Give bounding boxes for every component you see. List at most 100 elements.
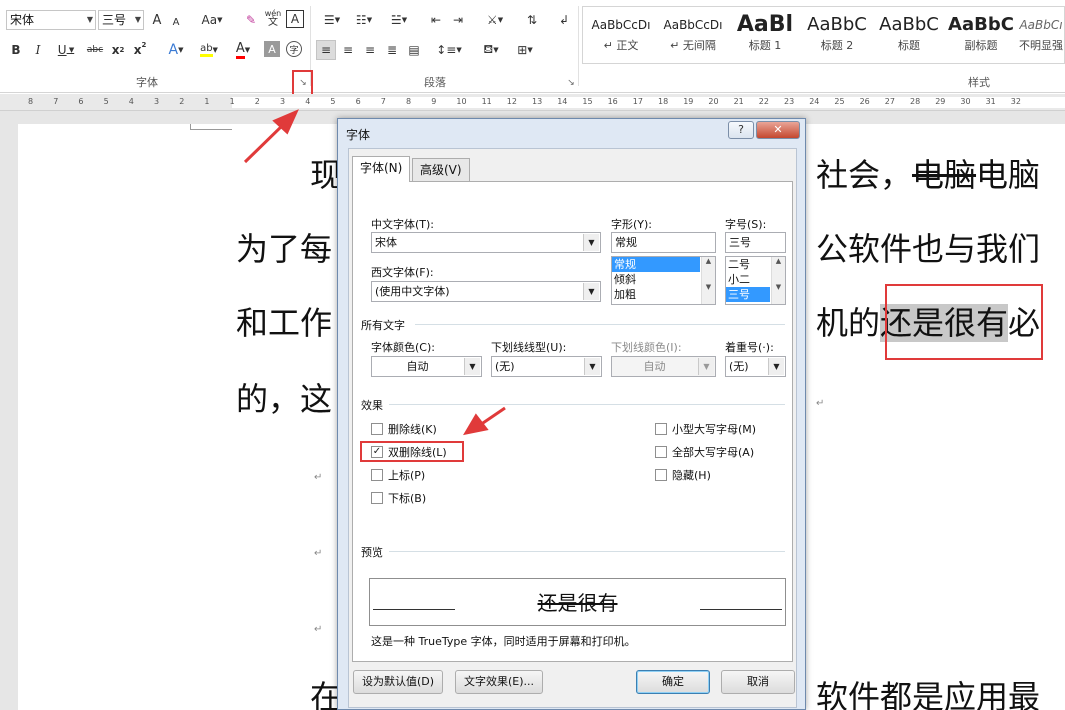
size-input[interactable]: 三号 xyxy=(725,232,786,253)
increase-indent-button[interactable]: ⇥ xyxy=(448,10,468,30)
horizontal-ruler[interactable]: 8 7 6 5 4 3 2 1 1 2 3 4 5 6 7 8 9 10 11 12 13 14 15 16 17 18 19 20 2… xyxy=(0,94,1065,111)
font-size-combo[interactable]: 三号 ▼ xyxy=(98,10,144,30)
style-subtitle[interactable]: AaBbC 副标题 xyxy=(945,7,1017,63)
hidden-label[interactable]: 隐藏(H) xyxy=(672,467,711,483)
close-button[interactable]: ✕ xyxy=(756,121,800,139)
superscript-label[interactable]: 上标(P) xyxy=(388,467,425,483)
text-effect-icon: A xyxy=(168,42,179,58)
truetype-note: 这是一种 TrueType 字体，同时适用于屏幕和打印机。 xyxy=(371,635,636,648)
all-caps-label[interactable]: 全部大写字母(A) xyxy=(672,444,754,460)
tab-font[interactable]: 字体(N) xyxy=(352,156,411,182)
ruler-number: 8 xyxy=(406,97,412,106)
set-default-button[interactable]: 设为默认值(D) xyxy=(353,670,443,694)
char-shading-button[interactable]: A xyxy=(264,41,280,57)
strikethrough-checkbox[interactable] xyxy=(371,423,383,435)
underline-color-select[interactable]: 自动 ▼ xyxy=(611,356,716,377)
style-sample: AaBbC xyxy=(879,14,939,35)
superscript-button[interactable]: x2 xyxy=(132,40,148,60)
italic-button[interactable]: I xyxy=(30,40,46,60)
align-left-button[interactable]: ≡ xyxy=(316,40,336,60)
highlight-button[interactable]: ab ▼ xyxy=(194,40,224,60)
align-right-button[interactable]: ≡ xyxy=(360,40,380,60)
all-caps-checkbox[interactable] xyxy=(655,446,667,458)
style-listbox[interactable]: 常规 倾斜 加粗 ▲ ▼ xyxy=(611,256,716,305)
clear-format-button[interactable]: ✎ xyxy=(242,10,260,30)
doc-line-2b[interactable]: 公软件也与我们 xyxy=(816,224,1040,270)
text-effect-button[interactable]: A ▼ xyxy=(162,40,190,60)
small-caps-checkbox[interactable] xyxy=(655,423,667,435)
paragraph-dialog-launcher-icon[interactable]: ↘ xyxy=(566,78,576,88)
italic-icon: I xyxy=(35,43,41,57)
doc-line-5b[interactable]: 软件都是应用最 xyxy=(816,672,1040,710)
grow-font-button[interactable]: A xyxy=(150,10,164,30)
chevron-up-icon[interactable]: ▲ xyxy=(702,257,715,265)
emphasis-select[interactable]: (无) ▼ xyxy=(725,356,786,377)
style-no-spacing[interactable]: AaBbCcDı ↵ 无间隔 xyxy=(657,7,729,63)
ok-button[interactable]: 确定 xyxy=(636,670,710,694)
chevron-down-icon[interactable]: ▼ xyxy=(772,283,785,291)
underline-button[interactable]: U ▼ xyxy=(52,40,80,60)
multilevel-list-button[interactable]: ☱ ▼ xyxy=(384,10,414,30)
font-color-button[interactable]: A ▼ xyxy=(228,40,258,60)
small-caps-label[interactable]: 小型大写字母(M) xyxy=(672,421,756,437)
doc-line-3a[interactable]: 和工作 xyxy=(236,298,332,344)
superscript-checkbox[interactable] xyxy=(371,469,383,481)
enclose-char-button[interactable]: 字 xyxy=(286,41,302,57)
sort-button[interactable]: ⇅ xyxy=(522,10,542,30)
text-effects-button[interactable]: 文字效果(E)... xyxy=(455,670,543,694)
cancel-button[interactable]: 取消 xyxy=(721,670,795,694)
help-button[interactable]: ? xyxy=(728,121,754,139)
style-input[interactable]: 常规 xyxy=(611,232,716,253)
doc-line-4a[interactable]: 的，这 xyxy=(236,374,332,420)
chevron-down-icon[interactable]: ▼ xyxy=(702,283,715,291)
style-normal[interactable]: AaBbCcDı ↵ 正文 xyxy=(585,7,657,63)
doc-line-2a[interactable]: 为了每 xyxy=(236,224,332,270)
strikethrough-label[interactable]: 删除线(K) xyxy=(388,421,437,437)
doc-line-1b[interactable]: 社会，电脑电脑 xyxy=(816,150,1040,196)
align-center-button[interactable]: ≡ xyxy=(338,40,358,60)
size-option[interactable]: 三号 xyxy=(726,287,770,302)
style-option[interactable]: 加粗 xyxy=(612,287,715,302)
paragraph-mark: ↵ xyxy=(314,624,323,635)
chinese-layout-button[interactable]: ⚔ ▼ xyxy=(480,10,510,30)
char-border-button[interactable]: A xyxy=(286,10,304,28)
justify-button[interactable]: ≣ xyxy=(382,40,402,60)
distributed-button[interactable]: ▤ xyxy=(404,40,424,60)
font-color-select[interactable]: 自动 ▼ xyxy=(371,356,482,377)
style-title[interactable]: AaBbC 标题 xyxy=(873,7,945,63)
hidden-checkbox[interactable] xyxy=(655,469,667,481)
underline-type-select[interactable]: (无) ▼ xyxy=(491,356,602,377)
size-listbox[interactable]: 二号 小二 三号 ▲ ▼ xyxy=(725,256,786,305)
phonetic-guide-button[interactable]: wén 文 xyxy=(262,8,284,28)
decrease-indent-button[interactable]: ⇤ xyxy=(426,10,446,30)
tab-advanced[interactable]: 高级(V) xyxy=(412,158,470,182)
shading-button[interactable]: ⛾ ▼ xyxy=(476,40,506,60)
listbox-scrollbar[interactable]: ▲ ▼ xyxy=(701,257,715,304)
strikethrough-button[interactable]: abc xyxy=(84,40,106,60)
show-marks-button[interactable]: ↲ xyxy=(554,10,574,30)
shrink-font-button[interactable]: A xyxy=(170,12,182,32)
style-heading-1[interactable]: AaBl 标题 1 xyxy=(729,7,801,63)
style-heading-2[interactable]: AaBbC 标题 2 xyxy=(801,7,873,63)
style-subtle-emphasis[interactable]: AaBbCı 不明显强 xyxy=(1017,7,1065,63)
ruler-number: 30 xyxy=(960,97,971,106)
borders-button[interactable]: ⊞ ▼ xyxy=(510,40,540,60)
line-spacing-button[interactable]: ↕≡ ▼ xyxy=(434,40,464,60)
bold-button[interactable]: B xyxy=(8,40,24,60)
subscript-button[interactable]: x2 xyxy=(110,40,126,60)
font-name-combo[interactable]: 宋体 ▼ xyxy=(6,10,96,30)
cn-font-select[interactable]: 宋体 ▼ xyxy=(371,232,601,253)
chevron-up-icon[interactable]: ▲ xyxy=(772,257,785,265)
change-case-button[interactable]: Aa ▼ xyxy=(198,10,226,30)
west-font-select[interactable]: (使用中文字体) ▼ xyxy=(371,281,601,302)
numbering-button[interactable]: ☷ ▼ xyxy=(350,10,378,30)
bullets-button[interactable]: ☰ ▼ xyxy=(318,10,346,30)
style-option[interactable]: 常规 xyxy=(612,257,700,272)
subscript-checkbox[interactable] xyxy=(371,492,383,504)
underline-icon: U xyxy=(57,43,67,57)
style-option[interactable]: 倾斜 xyxy=(612,272,715,287)
listbox-scrollbar[interactable]: ▲ ▼ xyxy=(771,257,785,304)
align-right-icon: ≡ xyxy=(364,43,376,57)
subscript-label[interactable]: 下标(B) xyxy=(388,490,426,506)
style-sample: AaBbCcDı xyxy=(591,18,651,32)
